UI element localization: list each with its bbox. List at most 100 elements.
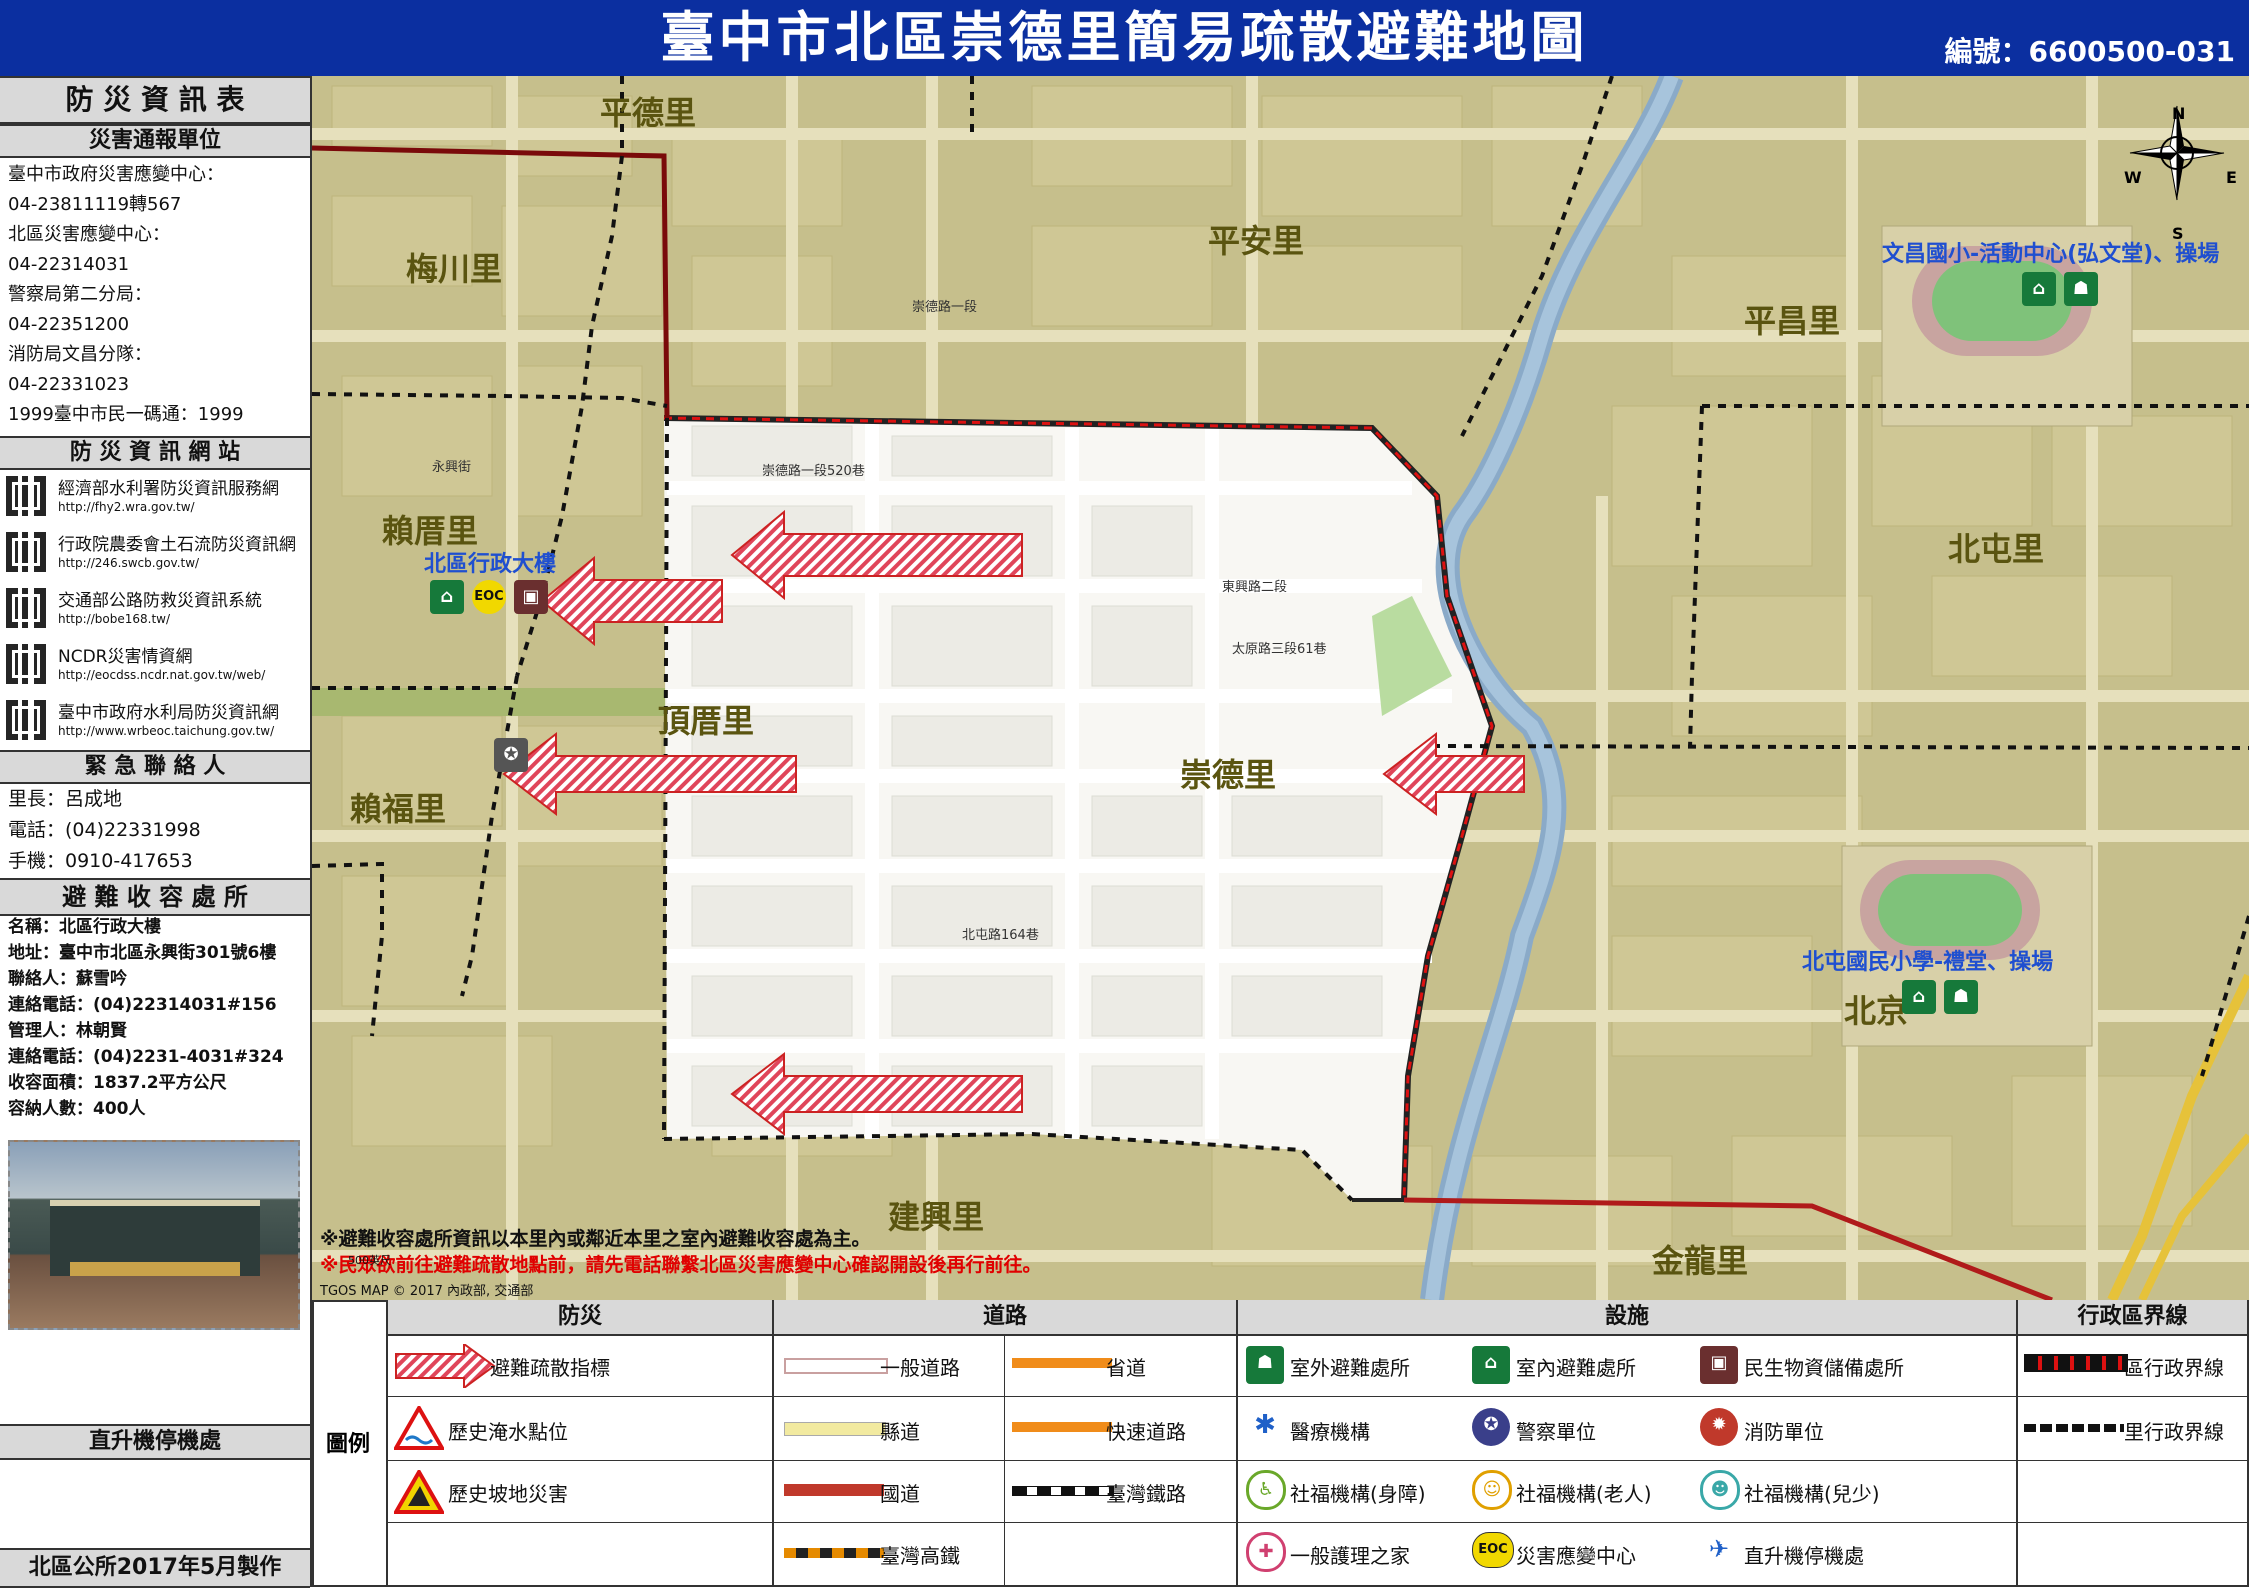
- website-name: 交通部公路防救災資訊系統: [58, 591, 262, 611]
- evacuation-arrow: [1382, 731, 1525, 817]
- legend-label: 一般道路: [880, 1356, 960, 1380]
- indoor-shelter-icon[interactable]: ⌂: [1902, 980, 1936, 1014]
- website-url[interactable]: http://www.wrbeoc.taichung.gov.tw/: [58, 724, 274, 738]
- indoor-shelter-icon[interactable]: ⌂: [430, 580, 464, 614]
- legend-row-label: 圖例: [326, 1432, 371, 1457]
- outdoor-shelter-legend-icon: ☗: [1246, 1346, 1284, 1384]
- contact-line: 手機：0910-417653: [8, 850, 193, 872]
- disaster-info-sidebar: 防 災 資 訊 表 災害通報單位 臺中市政府災害應變中心： 04-2381111…: [0, 76, 312, 1588]
- legend-label: 歷史坡地災害: [448, 1482, 568, 1506]
- legend-label: 室內避難處所: [1516, 1356, 1636, 1380]
- qr-code-icon: [6, 644, 46, 684]
- welfare-elderly-legend-icon: ☺: [1472, 1470, 1512, 1510]
- legend-label: 社福機構(老人): [1516, 1482, 1652, 1506]
- slope-disaster-icon: [394, 1470, 444, 1514]
- qr-code-icon: [6, 476, 46, 516]
- li-label-pingchang: 平昌里: [1744, 302, 1841, 340]
- li-label-pingde: 平德里: [600, 94, 697, 132]
- website-url[interactable]: http://eocdss.ncdr.nat.gov.tw/web/: [58, 668, 265, 682]
- legend-head-boundary: 行政區界線: [2018, 1300, 2247, 1334]
- website-item[interactable]: 臺中市政府水利局防災資訊網 http://www.wrbeoc.taichung…: [6, 696, 306, 746]
- facility-label-district-office: 北區行政大樓: [424, 552, 557, 577]
- map-credit: TGOS MAP © 2017 內政部, 交通部: [320, 1284, 534, 1299]
- evacuation-map[interactable]: 平德里 平安里 梅川里 平昌里 賴厝里 北屯里 頂厝里 崇德里 賴福里 建興里 …: [312, 76, 2249, 1300]
- legend-label: 歷史淹水點位: [448, 1420, 568, 1444]
- welfare-children-legend-icon: ☻: [1700, 1470, 1740, 1510]
- li-label-pingan: 平安里: [1208, 222, 1305, 260]
- shelter-line: 聯絡人：蘇雪吟: [8, 969, 127, 989]
- note-shelter-info: ※避難收容處所資訊以本里內或鄰近本里之室內避難收容處為主。: [320, 1228, 871, 1250]
- shelter-line: 名稱：北區行政大樓: [8, 917, 161, 937]
- taiwan-railway-icon: [1012, 1486, 1114, 1496]
- note-call-first: ※民眾欲前往避難疏散地點前，請先電話聯繫北區災害應變中心確認開設後再行前往。: [320, 1254, 1042, 1276]
- county-road-icon: [784, 1422, 886, 1436]
- legend-label: 社福機構(身障): [1290, 1482, 1426, 1506]
- outdoor-shelter-icon[interactable]: ☗: [2064, 272, 2098, 306]
- report-line: 04-22351200: [8, 314, 130, 335]
- report-line: 04-22331023: [8, 374, 130, 395]
- shelter-line: 連絡電話：(04)22314031#156: [8, 995, 277, 1015]
- website-url[interactable]: http://246.swcb.gov.tw/: [58, 556, 199, 570]
- police-legend-icon: ✪: [1472, 1408, 1510, 1446]
- street-label: 東興路二段: [1222, 580, 1288, 595]
- legend-label: 快速道路: [1106, 1420, 1186, 1444]
- helicopter-legend-icon: ✈: [1700, 1532, 1738, 1570]
- street-label: 崇德路一段520巷: [762, 464, 865, 479]
- website-item[interactable]: NCDR災害情資網 http://eocdss.ncdr.nat.gov.tw/…: [6, 640, 306, 690]
- report-line: 臺中市政府災害應變中心：: [8, 164, 224, 185]
- national-road-icon: [784, 1484, 884, 1496]
- website-item[interactable]: 經濟部水利署防災資訊服務網 http://fhy2.wra.gov.tw/: [6, 472, 306, 522]
- facility-label-beitun-school: 北屯國民小學-禮堂、操場: [1802, 950, 2054, 975]
- shelter-line: 管理人：林朝賢: [8, 1021, 127, 1041]
- legend-label: 區行政界線: [2124, 1356, 2224, 1380]
- li-label-beitun: 北屯里: [1948, 530, 2045, 568]
- supply-storage-icon[interactable]: ▣: [514, 580, 548, 614]
- qr-code-icon: [6, 532, 46, 572]
- legend-label: 民生物資儲備處所: [1744, 1356, 1904, 1380]
- li-label-meichuan: 梅川里: [406, 250, 503, 288]
- facility-label-wenchang: 文昌國小-活動中心(弘文堂)、操場: [1882, 242, 2220, 267]
- legend-label: 省道: [1106, 1356, 1146, 1380]
- report-line: 警察局第二分局：: [8, 284, 152, 305]
- website-name: NCDR災害情資網: [58, 647, 193, 667]
- indoor-shelter-icon[interactable]: ⌂: [2022, 272, 2056, 306]
- website-url[interactable]: http://bobe168.tw/: [58, 612, 170, 626]
- website-item[interactable]: 交通部公路防救災資訊系統 http://bobe168.tw/: [6, 584, 306, 634]
- scale-label: 500英尺: [348, 1254, 391, 1267]
- fire-station-legend-icon: ✹: [1700, 1408, 1738, 1446]
- outdoor-shelter-icon[interactable]: ☗: [1944, 980, 1978, 1014]
- street-label: 太原路三段61巷: [1232, 642, 1327, 657]
- police-unit-icon[interactable]: ✪: [494, 738, 528, 772]
- li-label-dingcuo: 頂厝里: [658, 702, 755, 740]
- legend-label: 警察單位: [1516, 1420, 1596, 1444]
- title-bar: 臺中市北區崇德里簡易疏散避難地圖 編號：6600500-031: [0, 0, 2249, 76]
- evacuation-arrow-legend-icon: [395, 1344, 496, 1388]
- sidebar-main-header: 防 災 資 訊 表: [0, 76, 310, 124]
- sidebar-footer: 北區公所2017年5月製作: [0, 1548, 310, 1588]
- evacuation-arrow: [730, 1051, 1023, 1137]
- website-item[interactable]: 行政院農委會土石流防災資訊網 http://246.swcb.gov.tw/: [6, 528, 306, 578]
- li-label-beijing: 北京: [1844, 992, 1909, 1030]
- eoc-icon[interactable]: EOC: [472, 580, 506, 614]
- expressway-icon: [1012, 1422, 1112, 1432]
- website-url[interactable]: http://fhy2.wra.gov.tw/: [58, 500, 195, 514]
- website-name: 行政院農委會土石流防災資訊網: [58, 535, 296, 555]
- evacuation-arrow: [540, 555, 723, 647]
- supply-storage-legend-icon: ▣: [1700, 1346, 1738, 1384]
- legend-label: 一般護理之家: [1290, 1544, 1410, 1568]
- shelter-line: 收容面積：1837.2平方公尺: [8, 1073, 227, 1093]
- qr-code-icon: [6, 588, 46, 628]
- legend-label: 消防單位: [1744, 1420, 1824, 1444]
- legend-label: 直升機停機處: [1744, 1544, 1864, 1568]
- shelter-line: 連絡電話：(04)2231-4031#324: [8, 1047, 284, 1067]
- compass-e: E: [2226, 168, 2237, 187]
- li-label-jinlong: 金龍里: [1652, 1242, 1749, 1280]
- shelter-building-photo: [8, 1140, 300, 1330]
- legend-label: 里行政界線: [2124, 1420, 2224, 1444]
- qr-code-icon: [6, 700, 46, 740]
- nursing-home-legend-icon: ✚: [1246, 1532, 1286, 1572]
- report-line: 04-23811119轉567: [8, 194, 182, 215]
- high-speed-rail-icon: [784, 1548, 884, 1558]
- evacuation-arrow: [502, 731, 797, 817]
- li-label-jianxing: 建興里: [888, 1198, 985, 1236]
